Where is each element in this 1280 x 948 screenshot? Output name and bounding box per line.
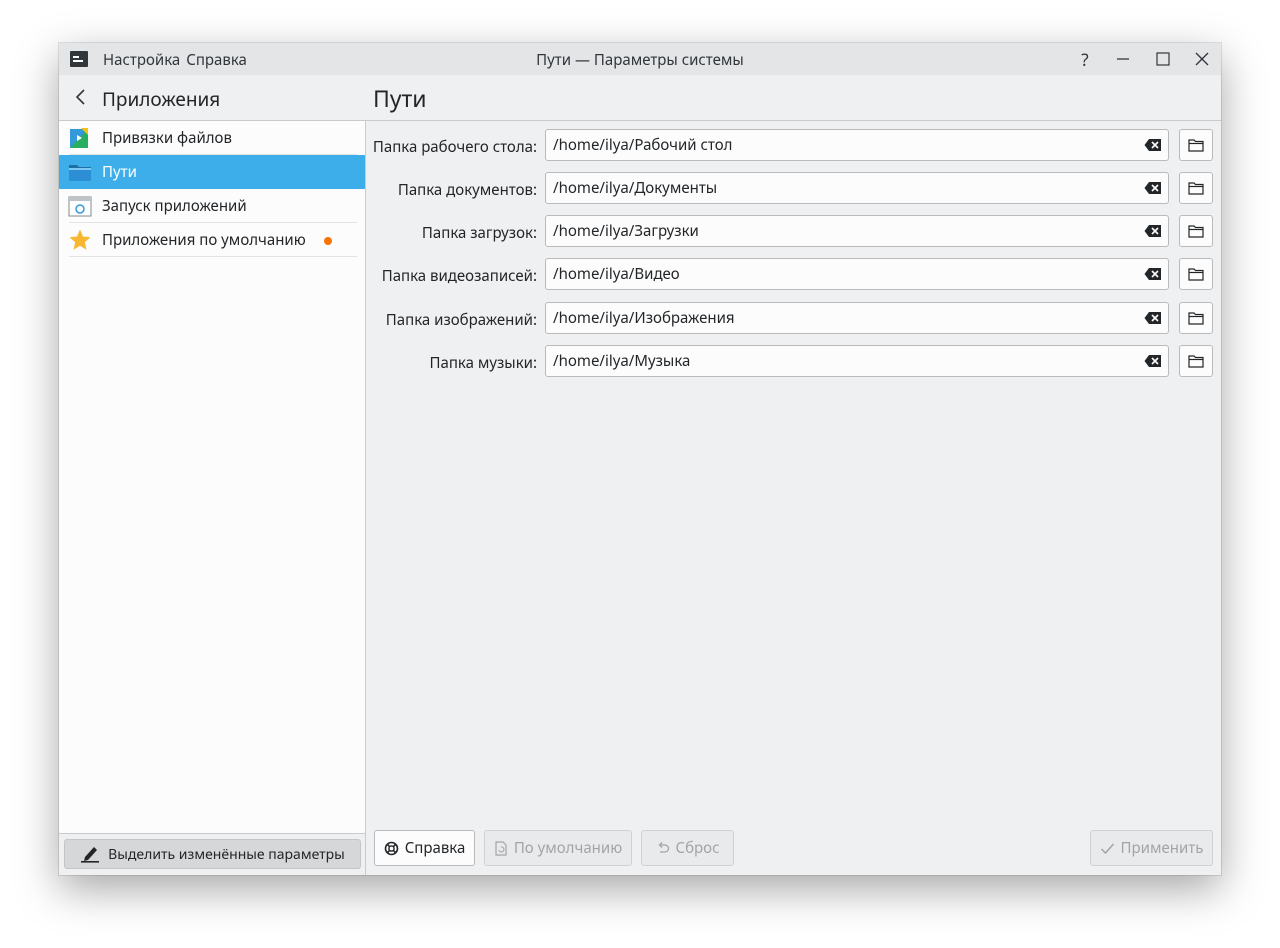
sidebar-item-label: Приложения по умолчанию [102,230,306,250]
file-associations-icon [70,128,88,148]
path-field-music[interactable] [545,345,1169,377]
settings-window: Настройка Справка Пути — Параметры систе… [59,43,1221,875]
close-icon [1195,52,1209,66]
sidebar-item-label: Пути [102,162,137,182]
browse-folder-button[interactable] [1179,345,1213,377]
bottom-button-bar: Справка По умолчанию Сброс Применить [366,830,1221,875]
back-arrow-icon[interactable] [71,87,91,107]
path-label: Папка рабочего стола: [372,137,537,157]
sidebar: Привязки файлов Пути Запуск приложений П… [59,121,366,833]
path-field-videos[interactable] [545,258,1169,290]
path-row-music: Папка музыки: [366,344,1221,380]
folder-icon [69,165,91,181]
browse-folder-button[interactable] [1179,302,1213,334]
path-input[interactable] [553,259,1133,289]
sidebar-header: Приложения [59,75,366,121]
maximize-button[interactable] [1150,46,1176,72]
maximize-icon [1156,52,1170,66]
document-revert-icon [495,840,507,856]
path-input[interactable] [553,130,1133,160]
clear-text-icon[interactable] [1144,267,1162,281]
path-label: Папка видеозаписей: [381,266,537,286]
sidebar-item-paths[interactable]: Пути [59,155,365,189]
highlight-changed-button[interactable]: Выделить изменённые параметры [64,839,361,869]
path-row-desktop: Папка рабочего стола: [366,128,1221,164]
clear-text-icon[interactable] [1144,311,1162,325]
path-row-documents: Папка документов: [366,171,1221,207]
sidebar-footer: Выделить изменённые параметры [59,833,366,875]
folder-open-icon [1188,355,1204,368]
lifebuoy-icon [384,841,398,855]
menu-settings[interactable]: Настройка [103,50,180,70]
apply-button-label: Применить [1120,838,1204,858]
highlighter-icon [81,847,100,863]
sidebar-item-label: Привязки файлов [102,128,232,148]
menu-bar: Настройка Справка [103,50,247,70]
launch-feedback-icon [68,196,92,217]
help-button[interactable]: Справка [374,830,475,866]
minimize-icon [1117,58,1129,60]
path-input[interactable] [553,303,1133,333]
sidebar-title: Приложения [102,86,221,112]
app-menu-icon[interactable] [70,51,88,67]
clear-text-icon[interactable] [1144,181,1162,195]
changed-indicator-dot [324,237,332,245]
minimize-button[interactable] [1110,46,1136,72]
path-input[interactable] [553,346,1133,376]
page-header: Пути [366,75,1221,121]
defaults-button-label: По умолчанию [513,838,623,858]
folder-open-icon [1188,268,1204,281]
sidebar-item-file-associations[interactable]: Привязки файлов [59,121,365,155]
folder-open-icon [1188,139,1204,152]
path-field-pictures[interactable] [545,302,1169,334]
reset-button[interactable]: Сброс [641,830,734,866]
defaults-button[interactable]: По умолчанию [484,830,632,866]
clear-text-icon[interactable] [1144,354,1162,368]
path-input[interactable] [553,173,1133,203]
apply-button[interactable]: Применить [1090,830,1213,866]
highlight-changed-label: Выделить изменённые параметры [108,844,345,864]
folder-open-icon [1188,182,1204,195]
browse-folder-button[interactable] [1179,172,1213,204]
star-icon [69,229,91,250]
path-row-downloads: Папка загрузок: [366,214,1221,250]
path-label: Папка документов: [397,180,537,200]
browse-folder-button[interactable] [1179,129,1213,161]
path-input[interactable] [553,216,1133,246]
path-row-videos: Папка видеозаписей: [366,257,1221,293]
clear-text-icon[interactable] [1144,224,1162,238]
browse-folder-button[interactable] [1179,258,1213,290]
sidebar-item-default-applications[interactable]: Приложения по умолчанию [59,223,365,257]
sidebar-item-launch-feedback[interactable]: Запуск приложений [59,189,365,223]
sidebar-item-label: Запуск приложений [102,196,247,216]
menu-help[interactable]: Справка [186,50,247,70]
help-window-button[interactable]: ? [1072,46,1098,72]
reset-button-label: Сброс [675,838,720,858]
close-button[interactable] [1189,46,1215,72]
checkmark-icon [1100,843,1114,854]
clear-text-icon[interactable] [1144,138,1162,152]
divider [69,256,357,257]
page-title: Пути [373,82,427,114]
folder-open-icon [1188,225,1204,238]
path-field-documents[interactable] [545,172,1169,204]
title-bar: Настройка Справка Пути — Параметры систе… [59,43,1221,75]
path-label: Папка изображений: [385,310,537,330]
folder-open-icon [1188,312,1204,325]
help-button-label: Справка [404,838,466,858]
browse-folder-button[interactable] [1179,215,1213,247]
path-label: Папка загрузок: [421,223,537,243]
path-label: Папка музыки: [429,353,538,373]
question-mark-icon: ? [1081,47,1089,71]
path-field-downloads[interactable] [545,215,1169,247]
path-field-desktop[interactable] [545,129,1169,161]
undo-icon [658,842,669,853]
path-row-pictures: Папка изображений: [366,301,1221,337]
